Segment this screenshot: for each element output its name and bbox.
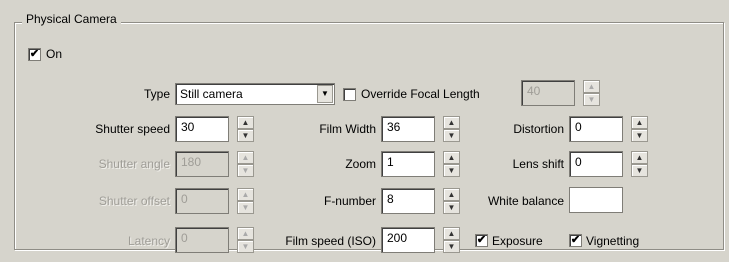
shutter-offset-field[interactable]: 0 — [175, 188, 229, 214]
white-balance-label: White balance — [487, 194, 564, 208]
f-number-label: F-number — [323, 194, 376, 208]
latency-label: Latency — [127, 234, 170, 248]
spin-up-icon[interactable]: ▲ — [443, 116, 460, 129]
spin-down-icon[interactable]: ▼ — [443, 240, 460, 253]
spin-down-icon[interactable]: ▼ — [237, 240, 254, 253]
exposure-label: Exposure — [492, 234, 543, 248]
shutter-offset-label: Shutter offset — [98, 194, 170, 208]
spin-down-icon[interactable]: ▼ — [443, 164, 460, 177]
spin-down-icon[interactable]: ▼ — [583, 93, 600, 106]
film-speed-label: Film speed (ISO) — [285, 234, 376, 248]
spin-down-icon[interactable]: ▼ — [237, 164, 254, 177]
on-label: On — [46, 47, 63, 61]
lens-shift-label: Lens shift — [512, 157, 564, 171]
override-focal-label: Override Focal Length — [361, 87, 480, 101]
shutter-angle-spinner[interactable]: ▲ ▼ — [237, 151, 254, 177]
spin-down-icon[interactable]: ▼ — [443, 129, 460, 142]
focal-length-field[interactable]: 40 — [521, 80, 575, 106]
vignetting-checkbox[interactable]: ✔ — [569, 234, 582, 247]
spin-down-icon[interactable]: ▼ — [631, 164, 648, 177]
spin-down-icon[interactable]: ▼ — [443, 201, 460, 214]
group-title: Physical Camera — [22, 12, 121, 26]
physical-camera-panel: Physical Camera ✔ On Type Still camera ▼… — [0, 0, 729, 262]
exposure-checkbox[interactable]: ✔ — [475, 234, 488, 247]
f-number-field[interactable]: 8 — [381, 188, 435, 214]
film-width-field[interactable]: 36 — [381, 116, 435, 142]
checkmark-icon: ✔ — [29, 48, 40, 60]
film-width-spinner[interactable]: ▲ ▼ — [443, 116, 460, 142]
spin-down-icon[interactable]: ▼ — [631, 129, 648, 142]
lens-shift-field[interactable]: 0 — [569, 151, 623, 177]
shutter-speed-spinner[interactable]: ▲ ▼ — [237, 116, 254, 142]
type-select[interactable]: Still camera ▼ — [175, 83, 335, 105]
spin-down-icon[interactable]: ▼ — [237, 129, 254, 142]
override-focal-checkbox[interactable] — [343, 88, 356, 101]
film-width-label: Film Width — [319, 122, 376, 136]
shutter-angle-field[interactable]: 180 — [175, 151, 229, 177]
zoom-label: Zoom — [345, 157, 376, 171]
zoom-field[interactable]: 1 — [381, 151, 435, 177]
spin-up-icon[interactable]: ▲ — [237, 188, 254, 201]
spin-up-icon[interactable]: ▲ — [237, 116, 254, 129]
distortion-label: Distortion — [513, 122, 564, 136]
lens-shift-spinner[interactable]: ▲ ▼ — [631, 151, 648, 177]
checkmark-icon: ✔ — [476, 234, 487, 246]
zoom-spinner[interactable]: ▲ ▼ — [443, 151, 460, 177]
spin-up-icon[interactable]: ▲ — [631, 116, 648, 129]
latency-field[interactable]: 0 — [175, 227, 229, 253]
film-speed-spinner[interactable]: ▲ ▼ — [443, 227, 460, 253]
checkmark-icon: ✔ — [570, 234, 581, 246]
spin-up-icon[interactable]: ▲ — [583, 80, 600, 93]
focal-length-spinner[interactable]: ▲ ▼ — [583, 80, 600, 106]
on-checkbox[interactable]: ✔ — [28, 48, 41, 61]
type-value: Still camera — [180, 87, 243, 101]
film-speed-field[interactable]: 200 — [381, 227, 435, 253]
spin-up-icon[interactable]: ▲ — [443, 188, 460, 201]
spin-up-icon[interactable]: ▲ — [237, 227, 254, 240]
shutter-offset-spinner[interactable]: ▲ ▼ — [237, 188, 254, 214]
white-balance-swatch[interactable] — [569, 187, 623, 213]
spin-up-icon[interactable]: ▲ — [631, 151, 648, 164]
latency-spinner[interactable]: ▲ ▼ — [237, 227, 254, 253]
spin-down-icon[interactable]: ▼ — [237, 201, 254, 214]
spin-up-icon[interactable]: ▲ — [237, 151, 254, 164]
spin-up-icon[interactable]: ▲ — [443, 227, 460, 240]
type-label: Type — [143, 87, 170, 101]
spin-up-icon[interactable]: ▲ — [443, 151, 460, 164]
shutter-speed-label: Shutter speed — [95, 122, 170, 136]
shutter-angle-label: Shutter angle — [98, 157, 170, 171]
shutter-speed-field[interactable]: 30 — [175, 116, 229, 142]
distortion-field[interactable]: 0 — [569, 116, 623, 142]
f-number-spinner[interactable]: ▲ ▼ — [443, 188, 460, 214]
vignetting-label: Vignetting — [586, 234, 640, 248]
chevron-down-icon[interactable]: ▼ — [317, 85, 333, 103]
distortion-spinner[interactable]: ▲ ▼ — [631, 116, 648, 142]
